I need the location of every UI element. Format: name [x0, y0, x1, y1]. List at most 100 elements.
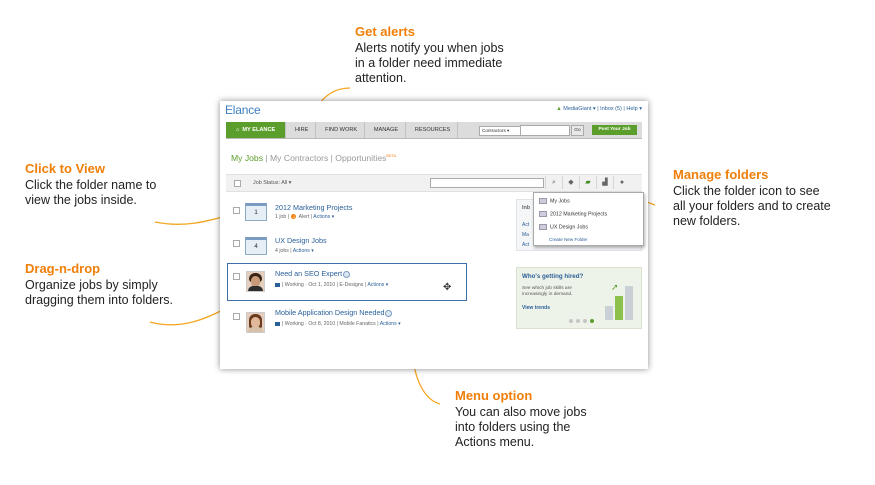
callout-get-alerts: Get alerts Alerts notify you when jobs i…	[355, 24, 504, 86]
nav-label: MY ELANCE	[242, 127, 276, 133]
folder-icon: 1	[245, 203, 267, 221]
filter-bar: Job Status: All ▾ ⌕ ◆ ▰ ▟ ●	[226, 174, 642, 192]
job-status-value: All ▾	[281, 180, 292, 186]
tab-my-jobs[interactable]: My Jobs	[231, 153, 263, 163]
callout-drag-n-drop: Drag-n-drop Organize jobs by simply drag…	[25, 261, 173, 308]
row-checkbox[interactable]	[233, 240, 240, 247]
app-screenshot: Elance ▲ MediaGiant ▾ | Inbox (5) | Help…	[220, 101, 648, 369]
mail-icon[interactable]	[275, 321, 280, 326]
move-cursor-icon: ✥	[443, 282, 452, 293]
nav-find-work[interactable]: FIND WORK	[318, 122, 366, 138]
contractors-select[interactable]: Contractors ▾	[479, 126, 521, 136]
carousel-dots[interactable]	[569, 318, 597, 325]
callout-title: Get alerts	[355, 24, 415, 39]
row-checkbox[interactable]	[233, 313, 240, 320]
callout-title: Menu option	[455, 388, 533, 403]
beta-badge: BETA	[386, 154, 397, 159]
callout-click-to-view: Click to View Click the folder name to v…	[25, 161, 156, 208]
top-links: ▲ MediaGiant ▾ | Inbox (5) | Help ▾	[556, 106, 642, 112]
view-trends-link[interactable]: View trends	[522, 305, 550, 311]
job-status-filter[interactable]: Job Status: All ▾	[253, 180, 291, 186]
search-icon[interactable]: ⌕	[545, 176, 562, 189]
job-title[interactable]: Need an SEO Expert	[275, 269, 351, 278]
hired-panel: Who's getting hired? See which job skill…	[516, 267, 642, 329]
settings-icon[interactable]: ●	[613, 176, 630, 189]
alert-label: Alert	[298, 214, 310, 220]
info-icon	[343, 270, 351, 278]
create-folder-link[interactable]: Create New Folder	[549, 237, 588, 242]
tab-separator: |	[263, 153, 271, 163]
job-company: Mobile Fanatics	[339, 321, 376, 327]
folder-title[interactable]: UX Design Jobs	[275, 236, 327, 245]
chart-icon[interactable]: ▟	[596, 176, 613, 189]
search-input[interactable]	[430, 178, 544, 188]
inbox-panel-link[interactable]: Act	[522, 222, 529, 228]
callout-menu-option: Menu option You can also move jobs into …	[455, 388, 587, 450]
actions-menu[interactable]: Actions ▾	[293, 248, 314, 254]
dropdown-item-folder[interactable]: 2012 Marketing Projects	[539, 211, 607, 217]
callout-title: Drag-n-drop	[25, 261, 101, 276]
job-date: Oct 1, 2010	[308, 282, 336, 288]
nav-search-input[interactable]	[520, 125, 570, 136]
go-button[interactable]: Go	[571, 125, 584, 136]
job-status-label: Job Status:	[253, 180, 280, 186]
mail-icon[interactable]	[275, 282, 280, 287]
folder-icon	[539, 224, 547, 230]
main-nav: ⌂ MY ELANCE HIRE FIND WORK MANAGE RESOURC…	[226, 122, 642, 139]
avatar	[246, 312, 265, 333]
row-checkbox[interactable]	[233, 207, 240, 214]
job-tabs: My Jobs | My Contractors | Opportunities…	[231, 153, 396, 163]
row-checkbox[interactable]	[233, 273, 240, 280]
job-status: Working	[284, 282, 304, 288]
inbox-link[interactable]: Inbox (5)	[600, 106, 622, 112]
callout-text: Click the folder icon to see all your fo…	[673, 184, 831, 228]
nav-resources[interactable]: RESOURCES	[408, 122, 459, 138]
tag-icon[interactable]: ◆	[562, 176, 579, 189]
actions-menu[interactable]: Actions ▾	[380, 321, 401, 327]
hired-panel-title: Who's getting hired?	[522, 273, 584, 280]
job-count: 1 job	[275, 214, 287, 220]
folder-icon	[539, 211, 547, 217]
select-all-checkbox[interactable]	[234, 180, 241, 187]
callout-text: Alerts notify you when jobs in a folder …	[355, 41, 504, 85]
top-bar: Elance ▲ MediaGiant ▾ | Inbox (5) | Help…	[220, 101, 648, 118]
dropdown-item-my-jobs[interactable]: My Jobs	[539, 198, 570, 204]
inbox-panel-title: Inb	[522, 205, 531, 211]
tab-my-contractors[interactable]: My Contractors	[270, 153, 328, 163]
nav-my-elance[interactable]: ⌂ MY ELANCE	[226, 122, 287, 138]
elance-logo[interactable]: Elance	[225, 103, 261, 117]
nav-manage[interactable]: MANAGE	[367, 122, 407, 138]
post-job-button[interactable]: Post Your Job	[592, 125, 637, 135]
folder-title[interactable]: 2012 Marketing Projects	[275, 203, 353, 212]
folder-meta: 4 jobs | Actions ▾	[275, 248, 314, 254]
info-icon	[385, 309, 393, 317]
user-icon: ▲	[556, 106, 562, 112]
folder-dropdown: My Jobs 2012 Marketing Projects UX Desig…	[533, 192, 644, 246]
folder-icon: 4	[245, 237, 267, 255]
nav-hire[interactable]: HIRE	[288, 122, 317, 138]
job-count: 4 jobs	[275, 248, 289, 254]
callout-text: Organize jobs by simply dragging them in…	[25, 278, 174, 307]
avatar	[246, 271, 265, 292]
tab-opportunities[interactable]: Opportunities	[335, 153, 386, 163]
user-menu[interactable]: MediaGiant ▾	[563, 106, 595, 112]
job-title[interactable]: Mobile Application Design Needed	[275, 308, 393, 317]
callout-title: Manage folders	[673, 167, 769, 182]
folder-icon[interactable]: ▰	[579, 176, 596, 189]
hired-panel-text: See which job skills are increasingly in…	[522, 286, 573, 297]
callout-manage-folders: Manage folders Click the folder icon to …	[673, 167, 831, 229]
inbox-panel-link[interactable]: Ma	[522, 232, 529, 238]
callout-text: You can also move jobs into folders usin…	[455, 405, 587, 449]
actions-menu[interactable]: Actions ▾	[367, 282, 388, 288]
dropdown-item-folder[interactable]: UX Design Jobs	[539, 224, 588, 230]
job-meta: | Working · Oct 1, 2010 | E-Designs | Ac…	[275, 282, 388, 288]
folder-icon	[539, 198, 547, 204]
callout-title: Click to View	[25, 161, 105, 176]
inbox-panel-link[interactable]: Act	[522, 242, 529, 248]
folder-meta: 1 job | 1 Alert | Actions ▾	[275, 214, 335, 220]
help-menu[interactable]: Help ▾	[626, 106, 642, 112]
callout-text: Click the folder name to view the jobs i…	[25, 178, 157, 207]
job-meta: | Working · Oct 8, 2010 | Mobile Fanatic…	[275, 321, 401, 327]
job-company: E-Designs	[339, 282, 364, 288]
actions-menu[interactable]: Actions ▾	[313, 214, 334, 220]
